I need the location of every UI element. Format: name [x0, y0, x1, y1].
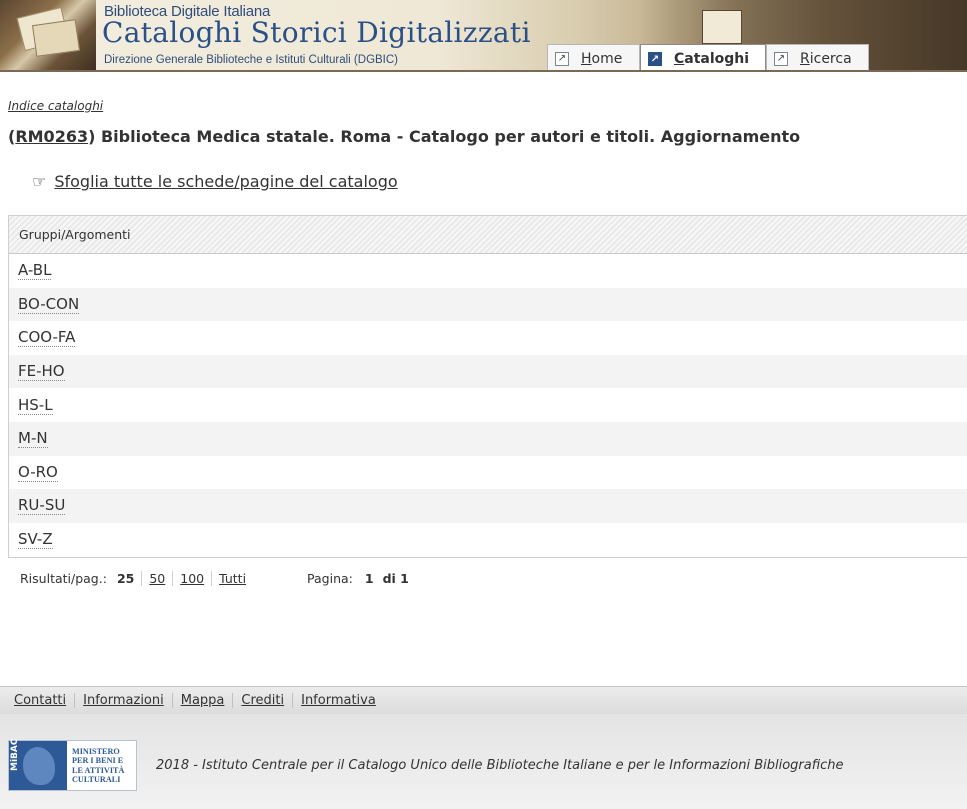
group-link[interactable]: FE-HO — [18, 362, 65, 382]
copyright-text: 2018 - Istituto Centrale per il Catalogo… — [156, 758, 844, 773]
ministry-emblem-icon: MiBAC — [9, 739, 67, 790]
site-subtitle: Direzione Generale Biblioteche e Istitut… — [104, 54, 399, 66]
main-nav: ↗ Home ↗ Cataloghi ↗ Ricerca — [547, 44, 869, 70]
table-row[interactable]: SV-Z — [9, 523, 967, 557]
per-page-option-25: 25 — [116, 571, 135, 586]
arrow-icon: ↗ — [555, 51, 569, 66]
arrow-icon: ↗ — [648, 52, 662, 66]
groups-table: Gruppi/Argomenti A-BL BO-CON COO-FA FE-H… — [8, 215, 967, 558]
groups-table-header: Gruppi/Argomenti — [9, 216, 967, 254]
header-book-image — [0, 0, 96, 70]
pointing-hand-icon: ☞ — [32, 172, 47, 191]
table-row[interactable]: A-BL — [9, 254, 967, 288]
catalog-code-link[interactable]: RM0263 — [15, 127, 88, 146]
browse-all-label[interactable]: Sfoglia tutte le schede/pagine del catal… — [54, 172, 397, 191]
page-total: di 1 — [382, 571, 409, 586]
page-current: 1 — [364, 571, 374, 586]
group-link[interactable]: HS-L — [18, 396, 53, 415]
group-link[interactable]: BO-CON — [18, 295, 80, 314]
footer-link-mappa[interactable]: Mappa — [171, 693, 233, 708]
footer: MiBAC MINISTERO PER I BENI E LE ATTIVITÀ… — [0, 714, 967, 809]
page-title: (RM0263) Biblioteca Medica statale. Roma… — [8, 127, 801, 146]
footer-link-informativa[interactable]: Informativa — [292, 693, 384, 708]
table-row[interactable]: M-N — [9, 421, 967, 456]
group-link[interactable]: A-BL — [18, 261, 52, 281]
tab-cataloghi[interactable]: ↗ Cataloghi — [640, 44, 766, 70]
site-title[interactable]: Cataloghi Storici Digitalizzati — [102, 16, 531, 49]
results-per-page-label: Risultati/pag.: — [20, 571, 107, 586]
table-row[interactable]: O-RO — [9, 456, 967, 490]
table-row[interactable]: FE-HO — [9, 354, 967, 389]
footer-link-contatti[interactable]: Contatti — [6, 693, 74, 708]
breadcrumb-link[interactable]: Indice cataloghi — [8, 99, 103, 113]
browse-all-link[interactable]: ☞ Sfoglia tutte le schede/pagine del cat… — [32, 172, 398, 191]
ministry-logo-text: MINISTERO PER I BENI E LE ATTIVITÀ CULTU… — [72, 746, 125, 785]
per-page-option-100[interactable]: 100 — [172, 571, 211, 586]
tab-home[interactable]: ↗ Home — [547, 44, 640, 70]
group-link[interactable]: M-N — [18, 429, 48, 449]
group-link[interactable]: SV-Z — [18, 530, 53, 550]
ministry-logo[interactable]: MiBAC MINISTERO PER I BENI E LE ATTIVITÀ… — [8, 739, 137, 791]
per-page-option-all[interactable]: Tutti — [211, 571, 253, 586]
group-link[interactable]: COO-FA — [18, 328, 76, 348]
pagination-bar: Risultati/pag.: 25 50 100 Tutti Pagina: … — [20, 571, 409, 586]
table-row[interactable]: COO-FA — [9, 321, 967, 355]
table-row[interactable]: HS-L — [9, 388, 967, 422]
footer-link-crediti[interactable]: Crediti — [232, 693, 292, 708]
table-row[interactable]: BO-CON — [9, 287, 967, 322]
per-page-option-50[interactable]: 50 — [141, 571, 172, 586]
footer-nav: Contatti Informazioni Mappa Crediti Info… — [0, 686, 967, 714]
arrow-icon: ↗ — [774, 51, 788, 66]
tab-ricerca[interactable]: ↗ Ricerca — [766, 44, 869, 70]
group-link[interactable]: RU-SU — [18, 496, 66, 516]
site-header: Biblioteca Digitale Italiana Cataloghi S… — [0, 0, 967, 72]
page-label: Pagina: — [307, 571, 353, 586]
group-link[interactable]: O-RO — [18, 463, 58, 482]
footer-link-informazioni[interactable]: Informazioni — [74, 693, 172, 708]
table-row[interactable]: RU-SU — [9, 489, 967, 523]
